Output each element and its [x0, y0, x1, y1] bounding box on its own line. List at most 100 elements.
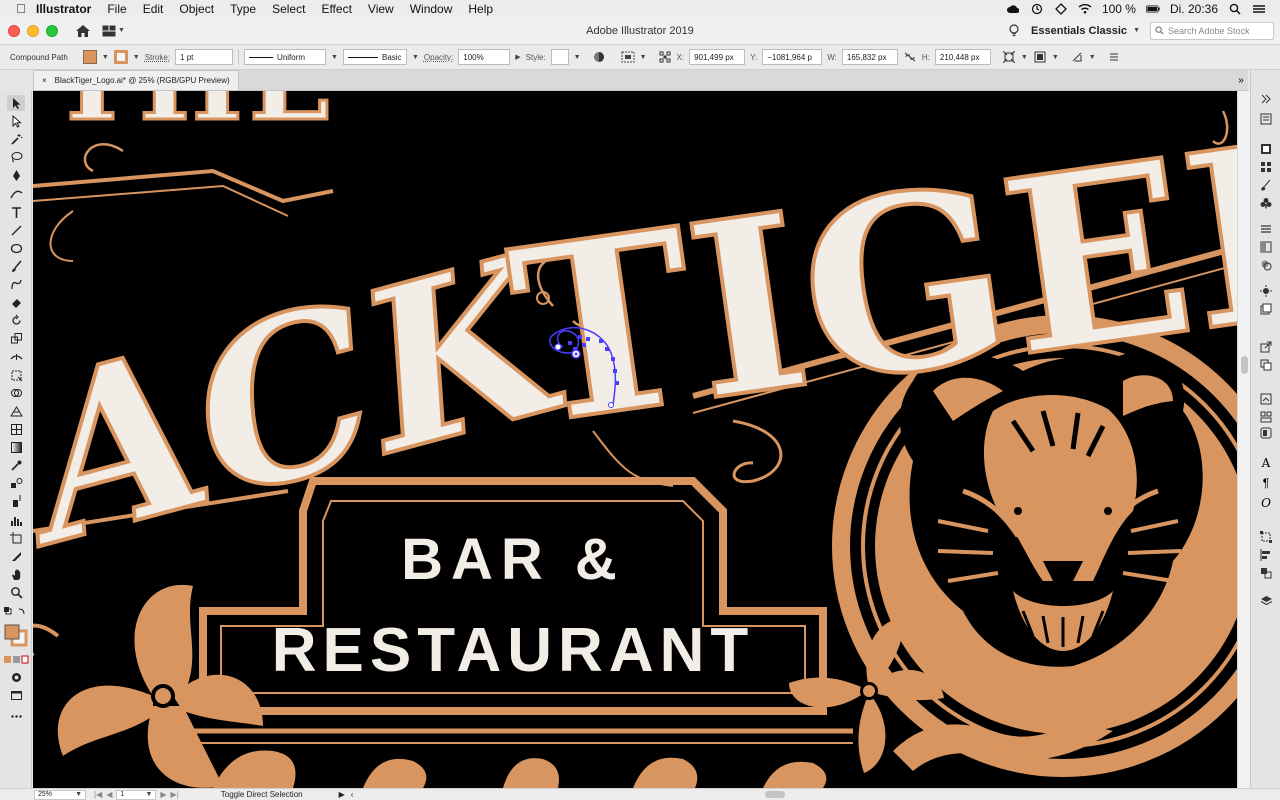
chevron-down-icon[interactable]: ▼ [1021, 54, 1028, 61]
x-position-field[interactable]: 901,499 px [689, 49, 746, 65]
ellipse-tool[interactable] [7, 240, 25, 256]
collapse-panels-icon[interactable] [1259, 92, 1273, 106]
recolor-artwork-icon[interactable] [592, 51, 606, 63]
next-artboard-icon[interactable]: ▶ [160, 790, 166, 799]
zoom-level-field[interactable]: 25% ▼ [34, 789, 86, 800]
shaper-tool[interactable] [7, 276, 25, 292]
artboard-tool[interactable] [7, 530, 25, 546]
direct-selection-tool[interactable] [7, 113, 25, 129]
mesh-tool[interactable] [7, 421, 25, 437]
window-minimize-button[interactable] [27, 24, 39, 37]
eyedropper-tool[interactable] [7, 457, 25, 473]
home-icon[interactable] [74, 22, 92, 40]
color-mode-buttons[interactable] [3, 652, 29, 668]
stroke-label[interactable]: Stroke: [145, 53, 170, 62]
default-colors-swap[interactable] [3, 604, 29, 620]
line-segment-tool[interactable] [7, 222, 25, 238]
layers-panel-icon[interactable] [1259, 594, 1273, 608]
chevron-down-icon[interactable]: ▼ [574, 54, 581, 61]
stroke-color-swatch[interactable] [113, 50, 128, 64]
transparency-panel-icon[interactable] [1259, 258, 1273, 272]
wifi-icon[interactable] [1078, 3, 1092, 15]
rotate-tool[interactable] [7, 312, 25, 328]
fill-stroke-widget[interactable] [3, 623, 29, 647]
menu-edit[interactable]: Edit [135, 2, 172, 16]
opacity-label[interactable]: Opacity: [424, 53, 453, 62]
apple-menu-icon[interactable]:  [10, 1, 32, 16]
character-panel-icon[interactable]: A [1259, 456, 1273, 470]
puppet-warp-icon[interactable] [1033, 51, 1047, 63]
window-zoom-button[interactable] [46, 24, 58, 37]
transform-panel-icon[interactable] [1259, 530, 1273, 544]
scroll-left-icon[interactable]: ‹ [351, 790, 354, 799]
vertical-scrollbar[interactable] [1237, 91, 1250, 788]
curvature-tool[interactable] [7, 185, 25, 201]
export-panel-icon[interactable] [1259, 340, 1273, 354]
fill-color-swatch[interactable] [82, 50, 97, 64]
blend-tool[interactable] [7, 475, 25, 491]
fill-dropdown-icon[interactable]: ▼ [102, 54, 109, 61]
align-panel-icon[interactable] [1259, 548, 1273, 562]
swatches-panel-icon[interactable] [1259, 160, 1273, 174]
artboard-canvas[interactable]: THE ACK TIGER BAR & RESTAURANT [33, 91, 1237, 788]
last-artboard-icon[interactable]: ▶| [171, 790, 179, 799]
free-transform-tool[interactable] [7, 367, 25, 383]
workspace-switcher[interactable]: Essentials Classic ▼ [1031, 25, 1140, 37]
menu-select[interactable]: Select [264, 2, 313, 16]
graphic-styles-panel-icon[interactable] [1259, 302, 1273, 316]
zoom-tool[interactable] [7, 584, 25, 600]
graphic-style-swatch[interactable] [550, 49, 569, 65]
eraser-tool[interactable] [7, 294, 25, 310]
symbol-sprayer-tool[interactable] [7, 493, 25, 509]
opacity-field[interactable]: 100% [458, 49, 511, 65]
creative-cloud-icon[interactable] [1006, 3, 1020, 15]
dropbox-icon[interactable] [1054, 2, 1068, 15]
transform-reference-point-icon[interactable] [658, 51, 672, 63]
width-tool[interactable] [7, 348, 25, 364]
appearance-panel-icon[interactable] [1259, 284, 1273, 298]
control-bar-menu-icon[interactable] [1107, 51, 1121, 63]
magic-wand-tool[interactable] [7, 131, 25, 147]
align-to-icon[interactable] [621, 51, 635, 63]
chevron-down-icon[interactable]: ▼ [1089, 54, 1096, 61]
screen-mode-tool[interactable] [7, 687, 25, 703]
symbols-panel-icon[interactable] [1259, 196, 1273, 210]
perspective-grid-tool[interactable] [7, 403, 25, 419]
menu-file[interactable]: File [99, 2, 134, 16]
double-chevron-right-icon[interactable]: » [1234, 70, 1248, 90]
draw-mode-tool[interactable] [7, 669, 25, 685]
slice-tool[interactable] [7, 548, 25, 564]
window-close-button[interactable] [8, 24, 20, 37]
adobe-stock-search-input[interactable]: Search Adobe Stock [1150, 21, 1274, 40]
menu-app[interactable]: Illustrator [32, 2, 99, 16]
lasso-tool[interactable] [7, 149, 25, 165]
y-position-field[interactable]: −1081,964 p [762, 49, 823, 65]
menu-help[interactable]: Help [460, 2, 501, 16]
battery-icon[interactable] [1145, 3, 1160, 15]
edit-toolbar-button[interactable] [7, 708, 25, 724]
sync-icon[interactable] [1030, 3, 1044, 15]
chevron-right-icon[interactable]: ▶ [515, 53, 520, 61]
chevron-down-icon[interactable]: ▼ [640, 54, 647, 61]
stroke-color-dropdown-icon[interactable]: ▼ [133, 54, 140, 61]
brushes-panel-icon[interactable] [1259, 178, 1273, 192]
properties-panel-icon[interactable] [1259, 112, 1273, 126]
opentype-panel-icon[interactable]: O [1259, 496, 1273, 510]
height-field[interactable]: 210,448 px [934, 49, 991, 65]
width-field[interactable]: 165,832 px [841, 49, 898, 65]
shape-transform-icon[interactable] [1002, 51, 1016, 63]
control-center-icon[interactable] [1252, 3, 1266, 15]
document-tab[interactable]: × BlackTiger_Logo.ai* @ 25% (RGB/GPU Pre… [33, 70, 239, 90]
status-menu-arrow-icon[interactable]: ▶ [339, 790, 345, 799]
chevron-down-icon[interactable]: ▼ [412, 54, 419, 61]
spotlight-icon[interactable] [1228, 3, 1242, 15]
horizontal-scroll-thumb[interactable] [765, 791, 785, 798]
color-panel-icon[interactable] [1259, 142, 1273, 156]
close-tab-icon[interactable]: × [42, 76, 47, 85]
gradient-panel-icon[interactable] [1259, 240, 1273, 254]
asset-export-icon[interactable] [1259, 392, 1273, 406]
arrange-documents-button[interactable]: ▼ [102, 25, 125, 37]
variable-width-profile-select[interactable]: Uniform [244, 49, 327, 65]
selection-tool[interactable] [7, 95, 25, 111]
stroke-panel-icon[interactable] [1259, 222, 1273, 236]
